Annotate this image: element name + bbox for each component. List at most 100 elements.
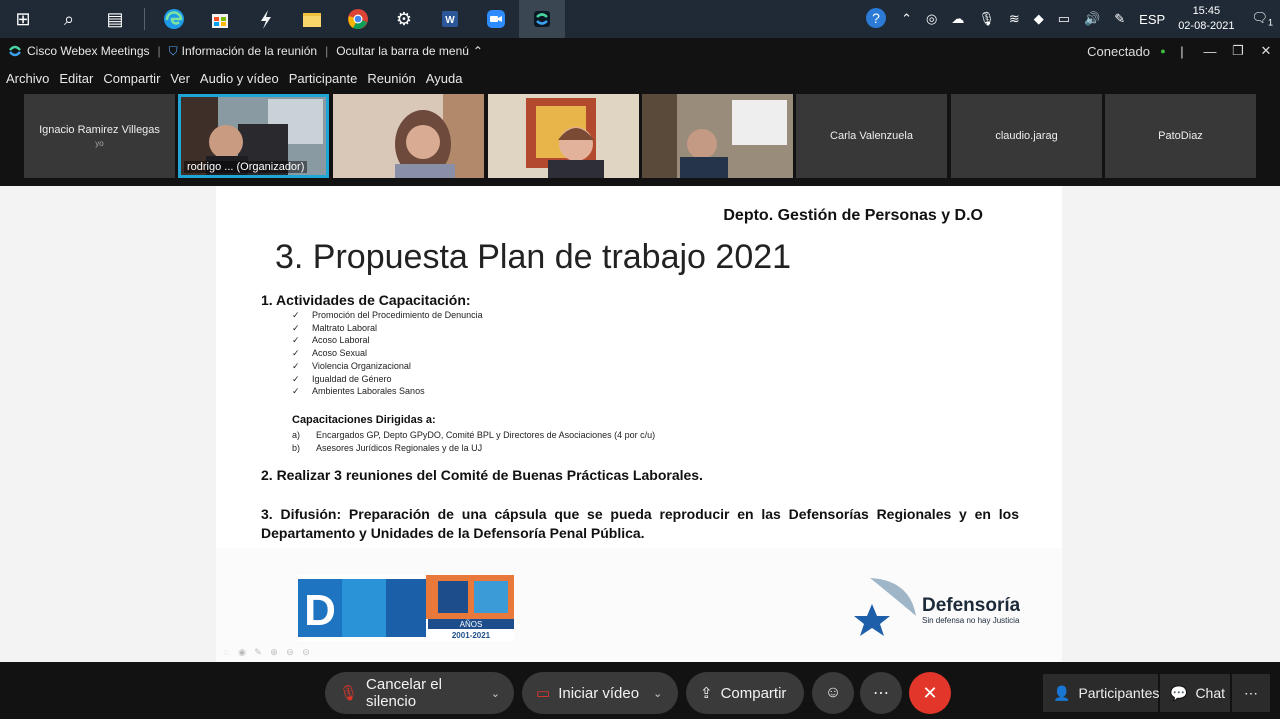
zoom-icon[interactable] (473, 0, 519, 38)
connection-status: Conectado (1087, 43, 1150, 59)
chevron-down-icon[interactable]: ⌄ (491, 687, 500, 700)
dpp-letter-d: D (304, 586, 336, 635)
store-icon[interactable] (197, 0, 243, 38)
dropbox-icon[interactable]: ◆ (1034, 11, 1044, 27)
unmute-button[interactable]: 🎙 Cancelar el silencio ⌄ (325, 672, 514, 714)
search-icon[interactable]: ⌕ (46, 0, 92, 38)
participant-name: Ignacio Ramirez Villegas (39, 124, 160, 136)
shield-icon: ⛉ (168, 43, 178, 58)
clock[interactable]: 15:45 02-08-2021 (1178, 4, 1234, 34)
meet-now-icon[interactable]: ◎ (926, 11, 937, 27)
participant-video-tile[interactable] (488, 94, 639, 178)
zoom-icon[interactable]: ⊕ (266, 647, 282, 659)
participant-tile[interactable]: Carla Valenzuela (796, 94, 947, 178)
webex-icon[interactable] (519, 0, 565, 38)
webex-titlebar: Cisco Webex Meetings | ⛉ Información de … (0, 38, 1280, 64)
notification-icon[interactable]: 🗨1 (1251, 10, 1273, 28)
microphone-muted-icon: 🎙 (339, 685, 359, 702)
menu-archivo[interactable]: Archivo (6, 71, 49, 86)
participant-tile[interactable]: claudio.jarag (951, 94, 1102, 178)
chrome-icon[interactable] (335, 0, 381, 38)
meeting-info-link[interactable]: Información de la reunión (182, 44, 317, 58)
shared-content-stage: Depto. Gestión de Personas y D.O 3. Prop… (0, 186, 1280, 662)
meeting-control-bar: 🎙 Cancelar el silencio ⌄ ▭ Iniciar vídeo… (0, 662, 1280, 719)
list-item: ✓ Promoción del Procedimiento de Denuncia (292, 310, 483, 320)
fit-icon[interactable]: ⊖ (282, 647, 298, 659)
clock-date: 02-08-2021 (1178, 20, 1235, 32)
webex-logo-icon (9, 45, 21, 57)
winamp-icon[interactable] (243, 0, 289, 38)
participant-tile[interactable]: Ignacio Ramirez Villegas yo (24, 94, 175, 178)
chevron-down-icon[interactable]: ⌄ (653, 687, 662, 700)
explorer-icon[interactable] (289, 0, 335, 38)
close-icon[interactable]: ✕ (1252, 43, 1280, 59)
start-icon[interactable]: ⊞ (0, 0, 46, 38)
participants-label: Participantes (1078, 685, 1160, 701)
hide-menu-link[interactable]: Ocultar la barra de menú (336, 44, 469, 58)
help-icon[interactable]: ? (865, 7, 887, 32)
onedrive-icon[interactable]: ☁ (951, 11, 964, 27)
participant-name: claudio.jarag (995, 130, 1058, 142)
reactions-button[interactable]: ☺ (812, 672, 854, 714)
word-icon[interactable]: W (427, 0, 473, 38)
participant-video (333, 94, 484, 178)
wifi-icon[interactable]: ≋ (1009, 11, 1020, 27)
taskbar-divider (144, 8, 145, 30)
battery-icon[interactable]: ▭ (1058, 11, 1070, 27)
slide-point-2: 2. Realizar 3 reuniones del Comité de Bu… (261, 467, 703, 483)
participants-button[interactable]: 👤 Participantes (1043, 674, 1160, 712)
menu-reunion[interactable]: Reunión (367, 71, 415, 86)
list-item: b) Asesores Jurídicos Regionales y de la … (292, 442, 483, 453)
more-icon[interactable]: ⊝ (298, 647, 314, 659)
ellipsis-icon: ⋯ (873, 685, 889, 702)
pen-icon[interactable]: ✎ (1114, 11, 1125, 27)
list-item: ✓ Acoso Laboral (292, 335, 370, 346)
list-item: ✓ Ambientes Laborales Sanos (292, 386, 425, 397)
defensoria-tagline: Sin defensa no hay Justicia (922, 616, 1020, 625)
target-list: a) Encargados GP, Depto GPyDO, Comité BPL… (292, 429, 655, 454)
chevron-up-icon[interactable]: ⌃ (901, 11, 912, 27)
annotation-mini-toolbar: ◌ ◉ ✎ ⊕ ⊖ ⊝ (218, 647, 314, 659)
participant-video-tile[interactable] (333, 94, 484, 178)
slide-logo-band: D AÑOS 2001-2021 Defensoría Sin defensa … (216, 548, 1062, 662)
share-button[interactable]: ⇪ Compartir (686, 672, 804, 714)
participant-strip: Ignacio Ramirez Villegas yo rodrigo ... … (0, 92, 1280, 186)
volume-icon[interactable]: 🔊 (1084, 11, 1100, 27)
task-view-icon[interactable]: ▤ (92, 0, 138, 38)
menu-participante[interactable]: Participante (289, 71, 358, 86)
checkmark-icon: ✓ (292, 373, 300, 384)
slide-subheading: Capacitaciones Dirigidas a: (292, 414, 436, 426)
more-options-button[interactable]: ⋯ (860, 672, 902, 714)
pointer-icon[interactable]: ◌ (218, 647, 234, 659)
menu-compartir[interactable]: Compartir (103, 71, 160, 86)
leave-meeting-button[interactable]: ✕ (909, 672, 951, 714)
participant-video-tile[interactable]: rodrigo ... (Organizador) (178, 94, 329, 178)
list-item: ✓ Acoso Sexual (292, 348, 368, 359)
microphone-icon[interactable]: 🎙 (978, 11, 995, 27)
menu-ver[interactable]: Ver (170, 71, 190, 86)
draw-icon[interactable]: ✎ (250, 647, 266, 659)
participant-video-tile[interactable] (642, 94, 793, 178)
slide-department: Depto. Gestión de Personas y D.O (723, 207, 983, 224)
chat-button[interactable]: 💬 Chat (1160, 674, 1230, 712)
panel-more-button[interactable]: ⋯ (1232, 674, 1270, 712)
edge-icon[interactable] (151, 0, 197, 38)
chat-label: Chat (1195, 685, 1226, 701)
restore-icon[interactable]: ❐ (1224, 43, 1252, 59)
menu-audio-video[interactable]: Audio y vídeo (200, 71, 279, 86)
participant-tile[interactable]: PatoDiaz (1105, 94, 1256, 178)
menu-ayuda[interactable]: Ayuda (426, 71, 463, 86)
participant-caption: rodrigo ... (Organizador) (184, 161, 308, 173)
video-off-icon: ▭ (536, 685, 551, 702)
pen-icon[interactable]: ◉ (234, 647, 250, 659)
defensoria-logo: Defensoría Sin defensa no hay Justicia (854, 578, 1020, 636)
chevron-up-icon[interactable]: ⌃ (473, 44, 483, 58)
emoji-icon: ☺ (824, 684, 842, 701)
app-title: Cisco Webex Meetings (27, 44, 150, 58)
menu-editar[interactable]: Editar (59, 71, 93, 86)
settings-icon[interactable]: ⚙ (381, 0, 427, 38)
minimize-icon[interactable]: — (1196, 44, 1224, 59)
start-video-button[interactable]: ▭ Iniciar vídeo ⌄ (522, 672, 678, 714)
language-indicator[interactable]: ESP (1139, 12, 1165, 27)
person-icon: 👤 (1053, 684, 1071, 701)
